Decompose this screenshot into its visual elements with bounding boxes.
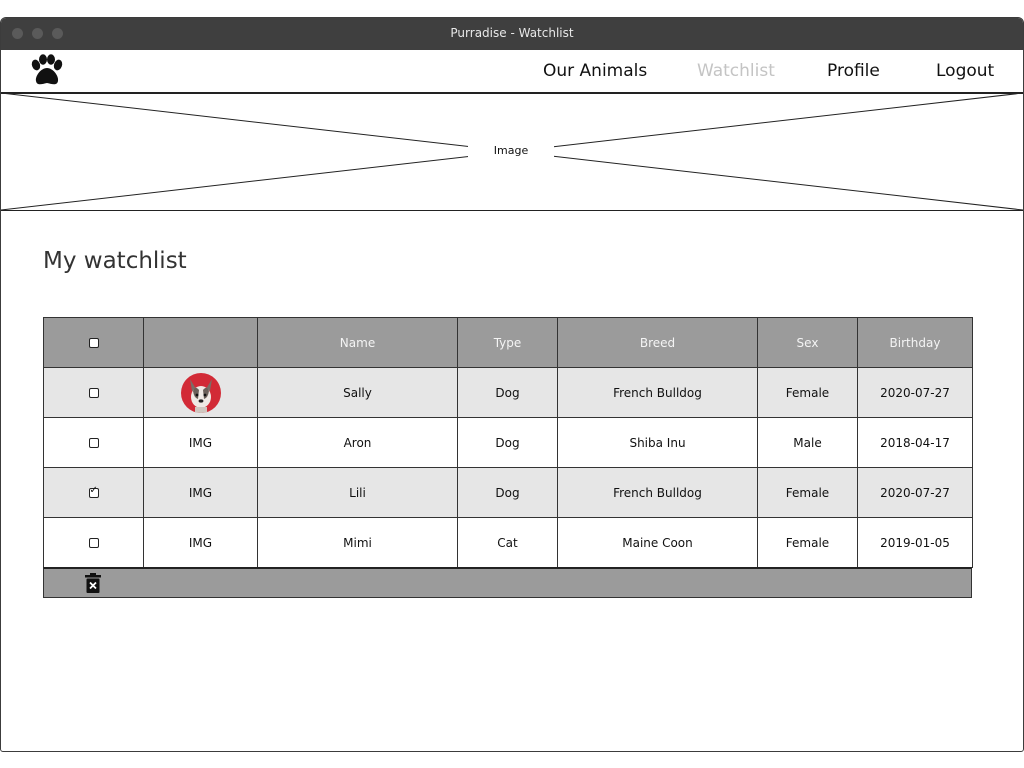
nav-watchlist[interactable]: Watchlist bbox=[697, 61, 775, 81]
header-name[interactable]: Name bbox=[257, 317, 458, 368]
cell-breed: Maine Coon bbox=[557, 517, 758, 568]
hero-image-placeholder: Image bbox=[1, 93, 1023, 211]
top-navbar: Our Animals Watchlist Profile Logout bbox=[1, 50, 1023, 94]
table-row[interactable]: IMG Mimi Cat Maine Coon Female 2019-01-0… bbox=[43, 517, 973, 568]
cell-sex: Female bbox=[757, 367, 858, 418]
select-all-checkbox[interactable] bbox=[88, 338, 99, 348]
table-row[interactable]: IMG Aron Dog Shiba Inu Male 2018-04-17 bbox=[43, 417, 973, 468]
window-title: Purradise - Watchlist bbox=[450, 26, 574, 40]
cell-birthday: 2019-01-05 bbox=[857, 517, 973, 568]
cell-breed: French Bulldog bbox=[557, 367, 758, 418]
row-checkbox-checked[interactable] bbox=[88, 485, 99, 498]
trash-icon[interactable] bbox=[85, 573, 101, 593]
cell-name: Mimi bbox=[257, 517, 458, 568]
cell-name: Sally bbox=[257, 367, 458, 418]
cell-image: IMG bbox=[143, 467, 258, 518]
nav-our-animals[interactable]: Our Animals bbox=[543, 61, 647, 81]
header-image bbox=[143, 317, 258, 368]
cell-image: IMG bbox=[143, 417, 258, 468]
cell-birthday: 2020-07-27 bbox=[857, 467, 973, 518]
hero-image-label: Image bbox=[468, 142, 554, 160]
watchlist-table: Name Type Breed Sex Birthday Sally Dog F… bbox=[43, 317, 973, 568]
header-type[interactable]: Type bbox=[457, 317, 558, 368]
header-sex[interactable]: Sex bbox=[757, 317, 858, 368]
cell-birthday: 2020-07-27 bbox=[857, 367, 973, 418]
cell-type: Dog bbox=[457, 367, 558, 418]
cell-name: Aron bbox=[257, 417, 458, 468]
header-select bbox=[43, 317, 144, 368]
cell-breed: French Bulldog bbox=[557, 467, 758, 518]
cell-type: Dog bbox=[457, 417, 558, 468]
cell-sex: Female bbox=[757, 517, 858, 568]
cell-sex: Female bbox=[757, 467, 858, 518]
table-row[interactable]: IMG Lili Dog French Bulldog Female 2020-… bbox=[43, 467, 973, 518]
table-footer-bar bbox=[43, 567, 972, 598]
cell-type: Dog bbox=[457, 467, 558, 518]
cell-type: Cat bbox=[457, 517, 558, 568]
header-breed[interactable]: Breed bbox=[557, 317, 758, 368]
cell-breed: Shiba Inu bbox=[557, 417, 758, 468]
table-header-row: Name Type Breed Sex Birthday bbox=[43, 317, 973, 368]
header-birthday[interactable]: Birthday bbox=[857, 317, 973, 368]
animal-photo bbox=[180, 372, 221, 413]
paw-icon[interactable] bbox=[28, 54, 64, 88]
table-row[interactable]: Sally Dog French Bulldog Female 2020-07-… bbox=[43, 367, 973, 418]
title-bar: Purradise - Watchlist bbox=[1, 18, 1023, 50]
cell-image: IMG bbox=[143, 517, 258, 568]
row-checkbox[interactable] bbox=[88, 438, 99, 448]
row-checkbox[interactable] bbox=[88, 538, 99, 548]
cell-sex: Male bbox=[757, 417, 858, 468]
cell-name: Lili bbox=[257, 467, 458, 518]
page-title: My watchlist bbox=[43, 248, 187, 274]
nav-profile[interactable]: Profile bbox=[827, 61, 880, 81]
nav-logout[interactable]: Logout bbox=[936, 61, 994, 81]
cell-birthday: 2018-04-17 bbox=[857, 417, 973, 468]
row-checkbox[interactable] bbox=[88, 388, 99, 398]
